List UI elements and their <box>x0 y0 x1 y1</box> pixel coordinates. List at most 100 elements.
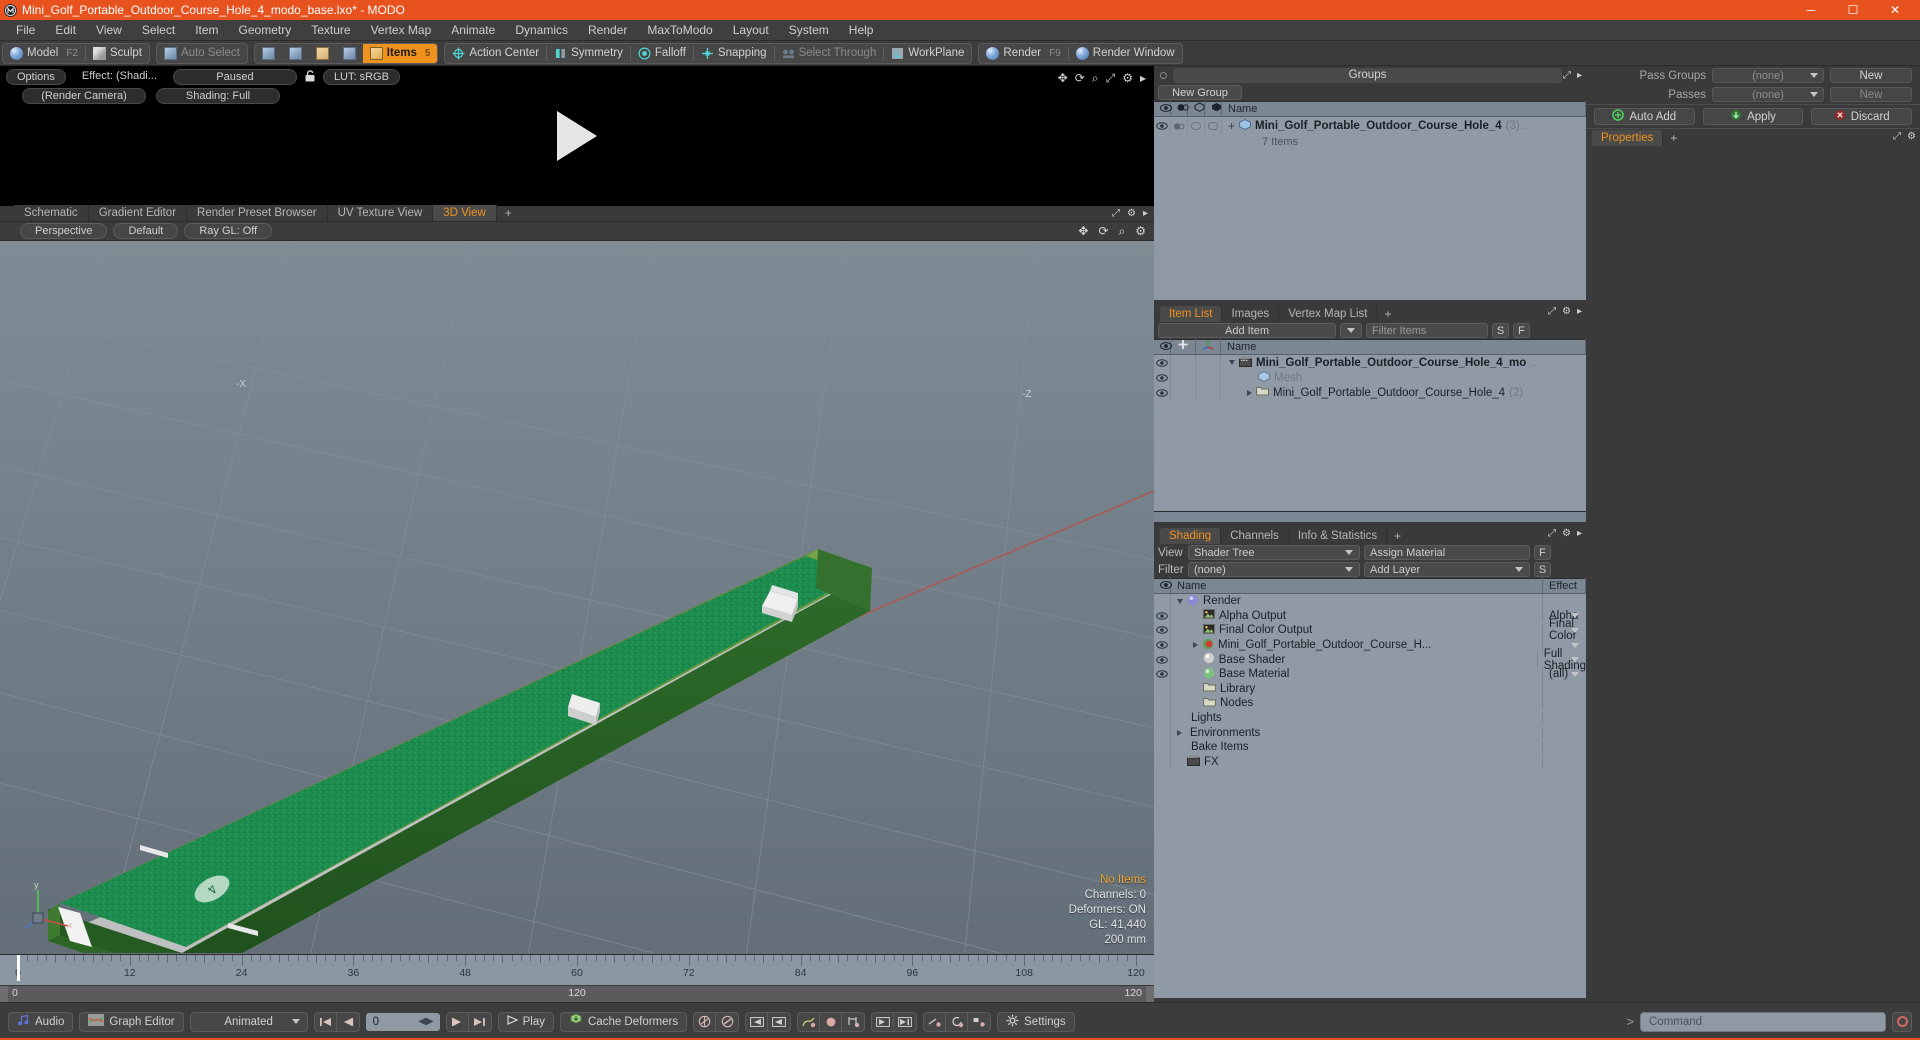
row-visibility-toggle[interactable] <box>1154 637 1171 653</box>
item-list-row[interactable]: Mini_Golf_Portable_Outdoor_Course_Hole_4… <box>1154 385 1586 400</box>
materials-mode-button[interactable] <box>336 44 363 63</box>
slope-in-icon[interactable] <box>924 1012 947 1031</box>
pan-icon[interactable]: ✥ <box>1078 224 1088 239</box>
shading-f-button[interactable]: F <box>1534 545 1551 560</box>
zoom-icon[interactable]: ⌕ <box>1119 224 1126 239</box>
tab-images[interactable]: Images <box>1222 306 1280 322</box>
render-play-icon[interactable] <box>557 111 597 161</box>
chevron-right-icon[interactable]: ▸ <box>1577 306 1582 317</box>
go-to-end-button[interactable] <box>469 1013 491 1031</box>
menu-item-texture[interactable]: Texture <box>301 20 360 41</box>
snapping-button[interactable]: Snapping <box>694 44 774 63</box>
next-key-icon[interactable] <box>768 1013 790 1031</box>
expand-icon[interactable]: ⤢ <box>1893 131 1901 142</box>
auto-select-button[interactable]: Auto Select <box>157 44 247 63</box>
rotate-icon[interactable]: ⟳ <box>1075 71 1085 86</box>
cache-deformers-button[interactable]: Cache Deformers <box>560 1011 688 1032</box>
range-start-handle[interactable] <box>0 986 8 1002</box>
menu-item-system[interactable]: System <box>779 20 839 41</box>
group-row[interactable]: + Mini_Golf_Portable_Outdoor_Course_Hole_… <box>1154 117 1586 135</box>
raygl-button[interactable]: Ray GL: Off <box>184 223 273 239</box>
shader-tree-row[interactable]: Library <box>1154 681 1586 697</box>
auto-add-button[interactable]: Auto Add <box>1594 108 1695 125</box>
maximize-button[interactable]: ☐ <box>1832 0 1874 20</box>
shader-tree-row[interactable]: Final Color Output Final Color <box>1154 618 1586 642</box>
symmetry-button[interactable]: Symmetry <box>547 44 630 63</box>
pass-groups-select[interactable]: (none) <box>1712 68 1824 83</box>
new-group-button[interactable]: New Group <box>1158 85 1242 100</box>
deformers-disable-icon[interactable] <box>716 1013 738 1031</box>
edges-mode-button[interactable] <box>282 44 309 63</box>
item-list-hscrollbar[interactable] <box>1154 511 1586 522</box>
graph-editor-button[interactable]: Graph Editor <box>79 1011 184 1032</box>
add-item-dropdown[interactable] <box>1340 323 1362 338</box>
expand-icon[interactable]: ⤢ <box>1548 306 1556 317</box>
shader-tree-row[interactable]: Bake Items <box>1154 739 1586 755</box>
workplane-button[interactable]: WorkPlane <box>884 44 971 63</box>
falloff-button[interactable]: Falloff <box>631 44 693 63</box>
curve-key-icon[interactable] <box>798 1012 821 1031</box>
render-paused-button[interactable]: Paused <box>172 69 297 85</box>
action-center-button[interactable]: Action Center <box>445 44 546 63</box>
chevron-right-icon[interactable]: ▸ <box>1143 208 1148 219</box>
tab-channels[interactable]: Channels <box>1221 528 1289 544</box>
tab-add[interactable]: + <box>1663 130 1684 146</box>
filter-select[interactable]: (none) <box>1188 562 1360 577</box>
select-through-button[interactable]: Select Through <box>775 44 884 63</box>
collapse-icon[interactable] <box>1229 360 1235 365</box>
gear-icon[interactable]: ⚙ <box>1127 208 1136 219</box>
minimize-button[interactable]: ─ <box>1790 0 1832 20</box>
render-shading-button[interactable]: Shading: Full <box>156 88 280 104</box>
row-transform-cell[interactable] <box>1196 355 1221 370</box>
viewport-tab-gradient-editor[interactable]: Gradient Editor <box>88 205 188 221</box>
timeline-playhead[interactable] <box>17 955 20 981</box>
step-key-icon[interactable] <box>968 1013 990 1031</box>
row-lock-cell[interactable] <box>1171 385 1196 400</box>
projection-button[interactable]: Perspective <box>20 223 108 239</box>
preset-button[interactable]: Default <box>113 223 179 239</box>
col-visibility[interactable] <box>1154 578 1172 594</box>
animated-select[interactable]: Animated <box>189 1011 308 1032</box>
key-range-icon[interactable] <box>842 1013 864 1031</box>
item-list[interactable]: Mini_Golf_Portable_Outdoor_Course_Hole_4… <box>1154 355 1586 511</box>
row-visibility-toggle[interactable] <box>1154 652 1171 667</box>
chevron-right-icon[interactable]: ▸ <box>1577 70 1582 81</box>
3d-viewport[interactable]: Perspective Default Ray GL: Off ✥ ⟳ ⌕ ⚙ <box>0 222 1154 954</box>
add-layer-button[interactable]: Add Layer <box>1364 562 1530 577</box>
menu-item-view[interactable]: View <box>86 20 132 41</box>
add-item-button[interactable]: Add Item <box>1158 323 1336 338</box>
row-lock-toggle[interactable] <box>1188 118 1205 134</box>
shader-tree-row[interactable]: Base Material (all) <box>1154 666 1586 682</box>
render-window-button[interactable]: Render Window <box>1069 44 1182 63</box>
row-render-toggle[interactable] <box>1205 118 1222 134</box>
row-lock-cell[interactable] <box>1171 370 1196 385</box>
gear-icon[interactable]: ⚙ <box>1562 306 1571 317</box>
row-visibility-toggle[interactable] <box>1154 623 1171 638</box>
discard-button[interactable]: Discard <box>1811 108 1913 125</box>
timeline-range-bar[interactable]: 0 120 120 <box>0 985 1154 1002</box>
viewport-tab-uv-texture-view[interactable]: UV Texture View <box>327 205 434 221</box>
pass-groups-new-button[interactable]: New <box>1830 68 1912 83</box>
zoom-icon[interactable]: ⌕ <box>1092 71 1099 86</box>
menu-item-file[interactable]: File <box>6 20 45 41</box>
viewport-tab-render-preset-browser[interactable]: Render Preset Browser <box>187 205 328 221</box>
menu-item-item[interactable]: Item <box>185 20 228 41</box>
row-transform-cell[interactable] <box>1196 385 1221 400</box>
menu-item-geometry[interactable]: Geometry <box>229 20 302 41</box>
range-end-handle[interactable] <box>1146 986 1154 1002</box>
previous-frame-button[interactable] <box>337 1013 359 1031</box>
play-range-end-icon[interactable] <box>894 1013 916 1031</box>
menu-item-render[interactable]: Render <box>578 20 637 41</box>
viewport-tab-3d-view[interactable]: 3D View <box>433 205 497 221</box>
item-list-row[interactable]: Mesh <box>1154 370 1586 385</box>
viewport-add-tab-button[interactable]: + <box>497 205 520 221</box>
vertices-mode-button[interactable] <box>255 44 282 63</box>
slope-cycle-icon[interactable] <box>946 1012 969 1031</box>
row-transform-cell[interactable] <box>1196 370 1221 385</box>
menu-item-vertex-map[interactable]: Vertex Map <box>361 20 442 41</box>
chevron-right-icon[interactable]: ▸ <box>1577 528 1582 539</box>
render-effect-button[interactable]: Effect: (Shadi... <box>72 69 167 85</box>
play-button[interactable]: Play <box>497 1011 554 1032</box>
menu-item-edit[interactable]: Edit <box>45 20 86 41</box>
tab-vertex-map-list[interactable]: Vertex Map List <box>1279 306 1378 322</box>
